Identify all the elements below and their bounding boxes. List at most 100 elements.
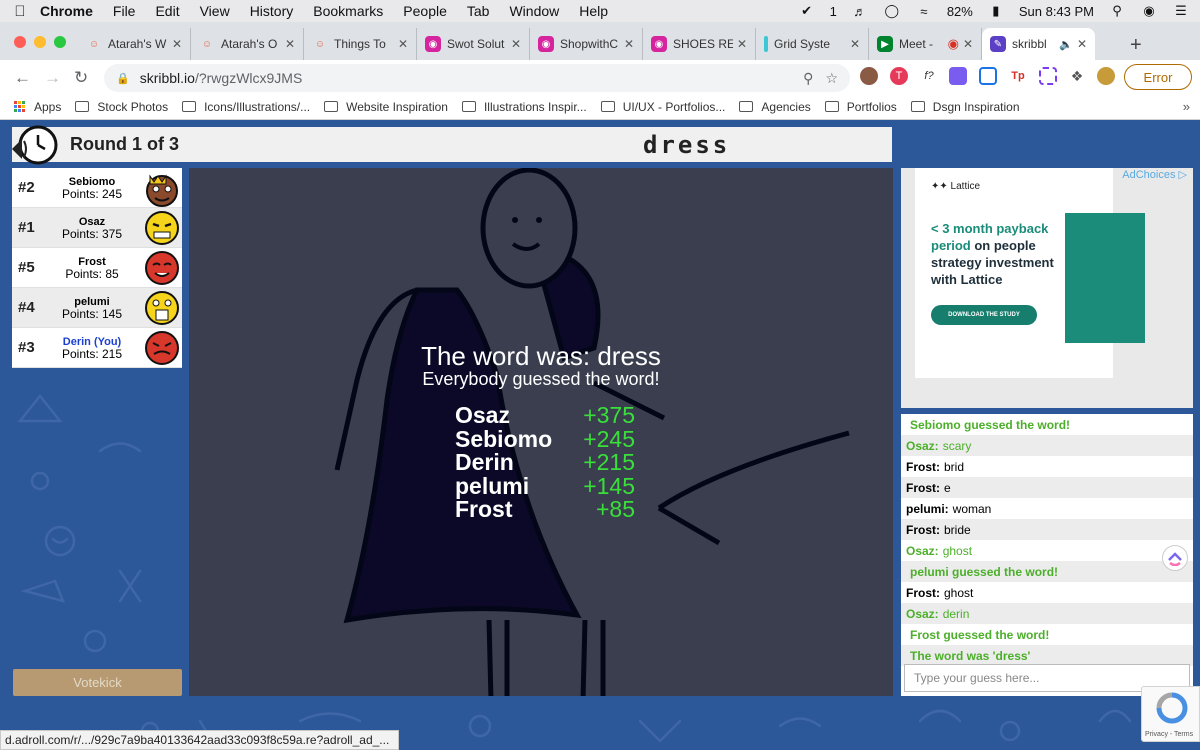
menu-tab[interactable]: Tab (467, 3, 490, 19)
battery-icon[interactable]: ▮ (987, 3, 1005, 19)
folder-icon (461, 101, 476, 112)
menu-history[interactable]: History (250, 3, 294, 19)
player-row[interactable]: #4 pelumi Points: 145 (12, 288, 182, 328)
tab-title: Atarah's O (221, 37, 278, 51)
extension-select-icon[interactable] (1039, 67, 1057, 85)
menu-help[interactable]: Help (579, 3, 608, 19)
browser-tab[interactable]: ☺ Atarah's W ✕ (78, 28, 191, 60)
menu-view[interactable]: View (200, 3, 230, 19)
close-tab-icon[interactable]: ✕ (285, 37, 295, 51)
bookmark-folder[interactable]: Website Inspiration (324, 100, 448, 114)
bookmark-apps[interactable]: Apps (14, 100, 61, 114)
control-center-icon[interactable]: ☰ (1172, 3, 1190, 19)
player-row-self[interactable]: #3 Derin (You) Points: 215 (12, 328, 182, 368)
minimize-window-button[interactable] (34, 36, 46, 48)
extension-tp-icon[interactable]: Tp (1009, 67, 1027, 85)
bookmark-folder[interactable]: Stock Photos (75, 100, 168, 114)
menu-window[interactable]: Window (509, 3, 559, 19)
votekick-button[interactable]: Votekick (13, 669, 182, 696)
player-name: pelumi (74, 295, 110, 308)
browser-tab-active[interactable]: ✎ skribbl 🔈 ✕ (982, 28, 1095, 60)
speaker-icon[interactable]: 🔈 (1059, 38, 1073, 51)
back-arrow-icon[interactable]: ← (14, 68, 31, 88)
clickup-icon[interactable] (1162, 545, 1188, 571)
more-bookmarks-icon[interactable]: » (1183, 99, 1190, 114)
recaptcha-links[interactable]: Privacy - Terms (1145, 731, 1193, 738)
close-tab-icon[interactable]: ✕ (511, 37, 521, 51)
menu-edit[interactable]: Edit (155, 3, 179, 19)
bookmark-folder[interactable]: Portfolios (824, 100, 897, 114)
recaptcha-badge[interactable]: Privacy - Terms (1141, 686, 1200, 742)
bookmark-star-icon[interactable]: ☆ (825, 70, 838, 87)
reload-icon[interactable]: ↻ (74, 68, 88, 88)
chat-text: derin (942, 606, 970, 621)
close-tab-icon[interactable]: ✕ (850, 37, 860, 51)
zoom-window-button[interactable] (54, 36, 66, 48)
menu-bookmarks[interactable]: Bookmarks (313, 3, 383, 19)
chat-message: Frost: e (901, 477, 1193, 498)
player-row[interactable]: #1 Osaz Points: 375 (12, 208, 182, 248)
new-tab-icon[interactable]: + (1130, 34, 1142, 57)
drawing-canvas[interactable]: The word was: dress Everybody guessed th… (189, 168, 893, 696)
bookmark-label: Stock Photos (97, 99, 169, 114)
extension-t-icon[interactable]: T (890, 67, 908, 85)
browser-tab[interactable]: ◉ Swot Solut ✕ (417, 28, 530, 60)
menu-people[interactable]: People (403, 3, 447, 19)
profile-avatar-icon[interactable] (1097, 67, 1115, 85)
close-tab-icon[interactable]: ✕ (172, 37, 182, 51)
player-row[interactable]: #5 Frost Points: 85 (12, 248, 182, 288)
check-circle-icon[interactable]: ✔ (798, 3, 816, 19)
close-window-button[interactable] (14, 36, 26, 48)
chat-author: pelumi: (906, 501, 949, 516)
extension-fonts-icon[interactable]: f? (920, 67, 938, 85)
bookmark-folder[interactable]: Agencies (739, 100, 811, 114)
siri-icon[interactable]: ◉ (1140, 3, 1158, 19)
chat-message: The word was 'dress' (901, 645, 1193, 666)
extension-avatar-icon[interactable] (860, 67, 878, 85)
forward-arrow-icon[interactable]: → (44, 68, 61, 88)
error-button[interactable]: Error (1124, 64, 1192, 90)
lock-icon[interactable]: 🔒 (116, 72, 130, 85)
browser-tab[interactable]: ▶ Meet - ◉ ✕ (869, 28, 982, 60)
browser-tab[interactable]: ◉ SHOES RE ✕ (643, 28, 756, 60)
close-tab-icon[interactable]: ✕ (1077, 37, 1087, 51)
player-avatar-icon (145, 290, 179, 325)
bookmark-folder[interactable]: Dsgn Inspiration (910, 100, 1020, 114)
chat-author: Frost: (906, 459, 940, 474)
close-tab-icon[interactable]: ✕ (963, 37, 973, 51)
browser-tab[interactable]: Grid Syste ✕ (756, 28, 869, 60)
link-status-bar: d.adroll.com/r/.../929c7a9ba40133642aad3… (0, 730, 399, 750)
close-tab-icon[interactable]: ✕ (624, 37, 634, 51)
ad-cta-button[interactable]: DOWNLOAD THE STUDY (931, 305, 1037, 325)
bookmark-label: Icons/Illustrations/... (204, 99, 311, 114)
bookmark-folder[interactable]: Illustrations Inspir... (461, 100, 587, 114)
menu-app[interactable]: Chrome (40, 3, 93, 19)
headset-icon[interactable]: ♬ (851, 3, 869, 19)
player-row[interactable]: #2 Sebiomo Points: 245 (12, 168, 182, 208)
advertisement[interactable]: ✦✦ Lattice < 3 month payback period on p… (901, 168, 1193, 408)
search-icon[interactable]: ⚲ (803, 70, 813, 87)
apple-icon[interactable]:  (0, 3, 40, 20)
menubar-clock[interactable]: Sun 8:43 PM (1019, 4, 1094, 19)
bookmark-folder[interactable]: UI/UX - Portfolios... (600, 100, 725, 114)
browser-tab[interactable]: ◉ ShopwithC ✕ (530, 28, 643, 60)
close-tab-icon[interactable]: ✕ (398, 37, 408, 51)
close-tab-icon[interactable]: ✕ (737, 37, 747, 51)
smile-icon: ☺ (201, 38, 213, 50)
wifi-icon[interactable]: ≈ (915, 3, 933, 19)
bookmark-folder[interactable]: Icons/Illustrations/... (182, 100, 310, 114)
extensions-puzzle-icon[interactable]: ❖ (1068, 67, 1086, 85)
browser-tab[interactable]: ☺ Atarah's O ✕ (191, 28, 304, 60)
browser-tab[interactable]: ☺ Things To ✕ (304, 28, 417, 60)
spotlight-search-icon[interactable]: ⚲ (1108, 3, 1126, 19)
instagram-icon: ◉ (538, 36, 554, 52)
extension-screenshot-icon[interactable] (979, 67, 997, 85)
adchoices-link[interactable]: AdChoices ▷ (1122, 168, 1187, 181)
menu-file[interactable]: File (113, 3, 136, 19)
extension-gradient-icon[interactable] (949, 67, 967, 85)
word-reveal-subtitle: Everybody guessed the word! (422, 369, 660, 389)
address-bar[interactable]: 🔒 skribbl.io/?rwgzWlcx9JMS ⚲ ☆ (104, 64, 850, 92)
adchoices-label: AdChoices (1122, 169, 1176, 181)
creative-cloud-icon[interactable]: ◯ (883, 3, 901, 19)
ad-creative[interactable]: ✦✦ Lattice < 3 month payback period on p… (915, 168, 1145, 378)
